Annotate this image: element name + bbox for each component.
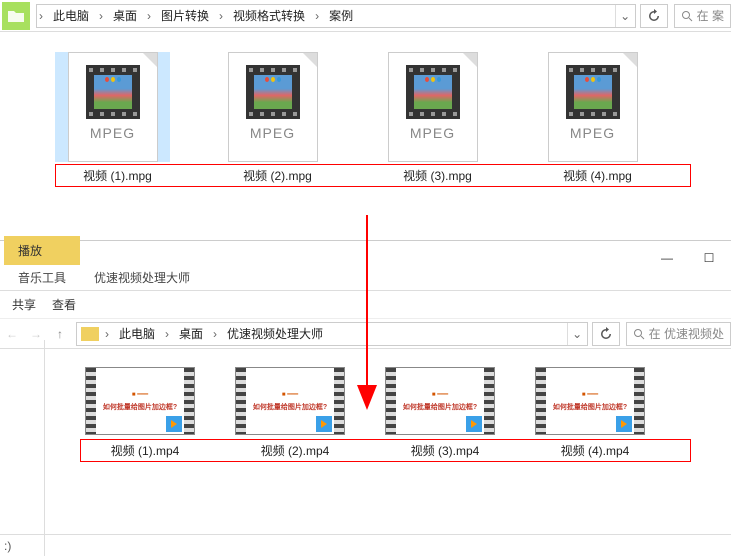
breadcrumb-dropdown-icon[interactable]: ⌄ [615, 5, 635, 27]
file-item[interactable]: MPEG [535, 52, 650, 162]
top-address-bar: › 此电脑 › 桌面 › 图片转换 › 视频格式转换 › 案例 ⌄ 在 案 [0, 0, 731, 32]
minimize-button[interactable]: — [653, 248, 681, 268]
video-thumbnail: ■ ━━━ 如何批量给图片加边框? [385, 367, 495, 435]
file-item[interactable]: MPEG [55, 52, 170, 162]
crumb-pc[interactable]: 此电脑 [111, 323, 163, 345]
file-grid-bottom: ■ ━━━ 如何批量给图片加边框? ■ ━━━ 如何批量给图片加边框? ■ ━━… [0, 349, 731, 472]
share-button[interactable]: 共享 [8, 294, 40, 315]
ribbon-tab-play[interactable]: 播放 [4, 236, 80, 265]
play-icon [166, 416, 182, 432]
file-name[interactable]: 视频 (3).mp4 [385, 442, 505, 459]
file-grid-top: MPEG MPEG MPEG MPEG 视频 (1).m [0, 32, 731, 197]
file-name[interactable]: 视频 (4).mp4 [535, 442, 655, 459]
play-icon [316, 416, 332, 432]
window-title: 优速视频处理大师 [84, 265, 200, 290]
video-thumbnail: ■ ━━━ 如何批量给图片加边框? [535, 367, 645, 435]
crumb-folder3[interactable]: 案例 [321, 5, 361, 27]
refresh-icon [647, 9, 661, 23]
file-item[interactable]: ■ ━━━ 如何批量给图片加边框? [80, 367, 200, 435]
search-box[interactable]: 在 优速视频处 [626, 322, 731, 346]
search-icon [681, 10, 693, 22]
chevron-right-icon: › [145, 9, 153, 23]
ribbon: 播放 音乐工具 优速视频处理大师 [0, 241, 731, 291]
crumb-desktop[interactable]: 桌面 [171, 323, 211, 345]
folder-icon [81, 327, 99, 341]
file-item[interactable]: ■ ━━━ 如何批量给图片加边框? [530, 367, 650, 435]
file-item[interactable]: ■ ━━━ 如何批量给图片加边框? [230, 367, 350, 435]
play-icon [466, 416, 482, 432]
sidebar-divider [44, 340, 45, 556]
folder-icon[interactable] [2, 2, 30, 30]
chevron-right-icon: › [211, 327, 219, 341]
video-thumbnail: ■ ━━━ 如何批量给图片加边框? [85, 367, 195, 435]
file-name[interactable]: 视频 (2).mpg [220, 167, 335, 184]
breadcrumb[interactable]: › 此电脑 › 桌面 › 图片转换 › 视频格式转换 › 案例 ⌄ [36, 4, 636, 28]
up-button[interactable]: ↑ [48, 322, 72, 346]
search-icon [633, 328, 645, 340]
crumb-desktop[interactable]: 桌面 [105, 5, 145, 27]
chevron-right-icon[interactable]: › [37, 9, 45, 23]
ribbon-music-tools[interactable]: 音乐工具 [4, 265, 80, 290]
search-placeholder: 在 优速视频处 [649, 325, 724, 342]
view-button[interactable]: 查看 [48, 294, 80, 315]
chevron-right-icon: › [217, 9, 225, 23]
mpeg-file-icon: MPEG [228, 52, 318, 162]
explorer-window-2: 播放 音乐工具 优速视频处理大师 共享 查看 ← → ↑ › 此电脑 › 桌面 … [0, 240, 731, 556]
breadcrumb-dropdown-icon[interactable]: ⌄ [567, 323, 587, 345]
window-controls: — ☐ [653, 248, 723, 268]
highlight-box: 视频 (1).mpg 视频 (2).mpg 视频 (3).mpg 视频 (4).… [55, 164, 691, 187]
video-thumbnail: ■ ━━━ 如何批量给图片加边框? [235, 367, 345, 435]
folder-glyph [7, 9, 25, 23]
file-name[interactable]: 视频 (1).mp4 [85, 442, 205, 459]
chevron-right-icon: › [163, 327, 171, 341]
crumb-folder2[interactable]: 视频格式转换 [225, 5, 313, 27]
file-name[interactable]: 视频 (4).mpg [540, 167, 655, 184]
refresh-button[interactable] [592, 322, 620, 346]
chevron-right-icon[interactable]: › [103, 327, 111, 341]
file-item[interactable]: ■ ━━━ 如何批量给图片加边框? [380, 367, 500, 435]
refresh-icon [599, 327, 613, 341]
crumb-folder1[interactable]: 图片转换 [153, 5, 217, 27]
status-text: :) [4, 539, 11, 553]
file-name[interactable]: 视频 (2).mp4 [235, 442, 355, 459]
refresh-button[interactable] [640, 4, 668, 28]
chevron-right-icon: › [313, 9, 321, 23]
crumb-app[interactable]: 优速视频处理大师 [219, 323, 331, 345]
play-icon [616, 416, 632, 432]
status-bar: :) [0, 534, 731, 556]
file-item[interactable]: MPEG [215, 52, 330, 162]
toolbar: 共享 查看 [0, 291, 731, 319]
maximize-button[interactable]: ☐ [695, 248, 723, 268]
back-button[interactable]: ← [0, 322, 24, 346]
nav-bar: ← → ↑ › 此电脑 › 桌面 › 优速视频处理大师 ⌄ 在 优速视频处 [0, 319, 731, 349]
highlight-box: 视频 (1).mp4 视频 (2).mp4 视频 (3).mp4 视频 (4).… [80, 439, 691, 462]
file-name[interactable]: 视频 (3).mpg [380, 167, 495, 184]
file-item[interactable]: MPEG [375, 52, 490, 162]
crumb-pc[interactable]: 此电脑 [45, 5, 97, 27]
search-placeholder: 在 案 [697, 7, 724, 24]
file-name[interactable]: 视频 (1).mpg [60, 167, 175, 184]
chevron-right-icon: › [97, 9, 105, 23]
mpeg-file-icon: MPEG [68, 52, 158, 162]
breadcrumb[interactable]: › 此电脑 › 桌面 › 优速视频处理大师 ⌄ [76, 322, 588, 346]
mpeg-file-icon: MPEG [388, 52, 478, 162]
mpeg-file-icon: MPEG [548, 52, 638, 162]
search-box[interactable]: 在 案 [674, 4, 731, 28]
